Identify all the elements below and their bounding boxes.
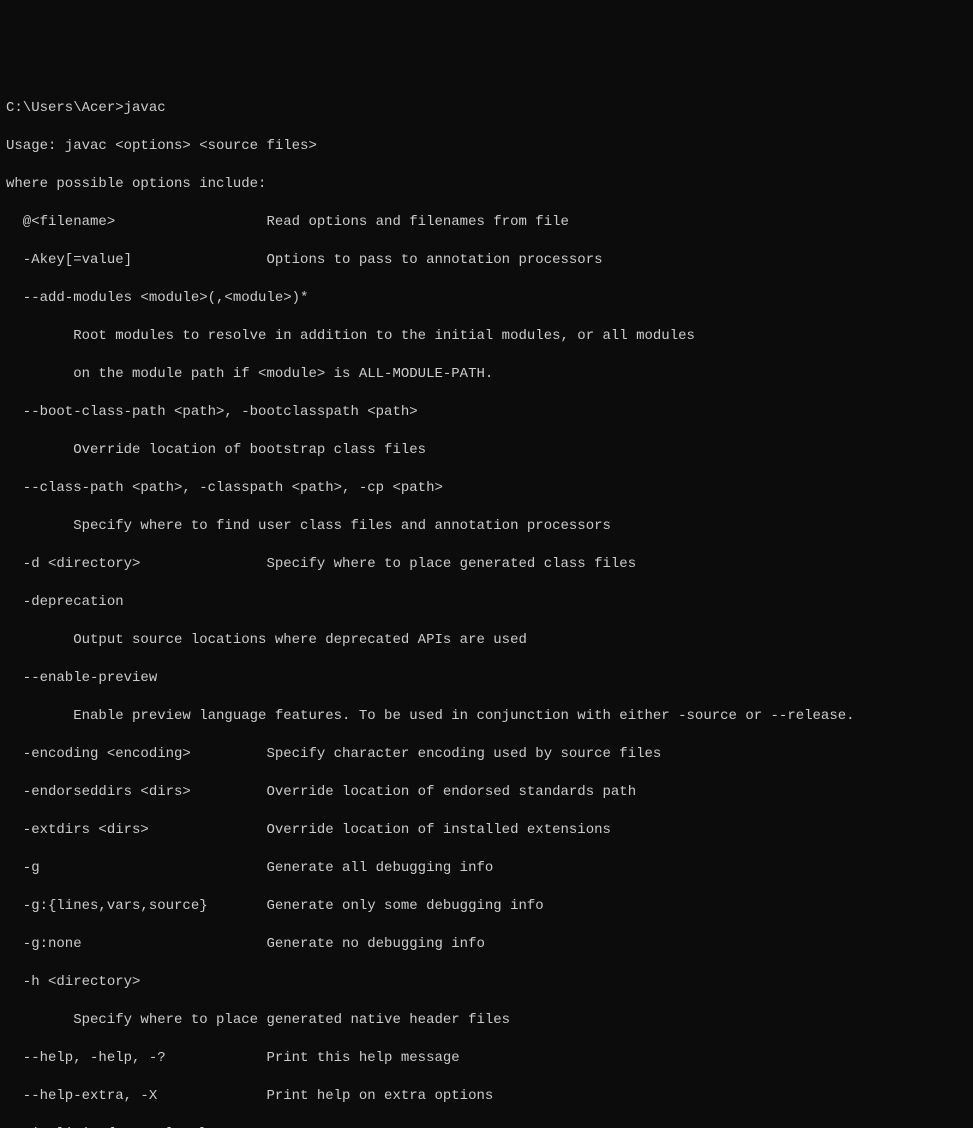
option-boot-class-path-desc: Override location of bootstrap class fil… bbox=[6, 441, 967, 460]
option-d: -d <directory> Specify where to place ge… bbox=[6, 555, 967, 574]
option-help-extra: --help-extra, -X Print help on extra opt… bbox=[6, 1087, 967, 1106]
option-h-desc: Specify where to place generated native … bbox=[6, 1011, 967, 1030]
option-help: --help, -help, -? Print this help messag… bbox=[6, 1049, 967, 1068]
option-g-none: -g:none Generate no debugging info bbox=[6, 935, 967, 954]
option-add-modules: --add-modules <module>(,<module>)* bbox=[6, 289, 967, 308]
option-implicit: -implicit:{none,class} bbox=[6, 1125, 967, 1128]
option-endorseddirs: -endorseddirs <dirs> Override location o… bbox=[6, 783, 967, 802]
option-g-lines: -g:{lines,vars,source} Generate only som… bbox=[6, 897, 967, 916]
option-add-modules-desc1: Root modules to resolve in addition to t… bbox=[6, 327, 967, 346]
option-boot-class-path: --boot-class-path <path>, -bootclasspath… bbox=[6, 403, 967, 422]
option-class-path: --class-path <path>, -classpath <path>, … bbox=[6, 479, 967, 498]
terminal-output[interactable]: C:\Users\Acer>javac Usage: javac <option… bbox=[6, 80, 967, 1128]
option-encoding: -encoding <encoding> Specify character e… bbox=[6, 745, 967, 764]
option-akey: -Akey[=value] Options to pass to annotat… bbox=[6, 251, 967, 270]
option-class-path-desc: Specify where to find user class files a… bbox=[6, 517, 967, 536]
prompt-line: C:\Users\Acer>javac bbox=[6, 99, 967, 118]
option-deprecation-desc: Output source locations where deprecated… bbox=[6, 631, 967, 650]
option-add-modules-desc2: on the module path if <module> is ALL-MO… bbox=[6, 365, 967, 384]
option-at-filename: @<filename> Read options and filenames f… bbox=[6, 213, 967, 232]
option-deprecation: -deprecation bbox=[6, 593, 967, 612]
option-enable-preview: --enable-preview bbox=[6, 669, 967, 688]
option-g: -g Generate all debugging info bbox=[6, 859, 967, 878]
where-header: where possible options include: bbox=[6, 175, 967, 194]
option-h: -h <directory> bbox=[6, 973, 967, 992]
usage-line: Usage: javac <options> <source files> bbox=[6, 137, 967, 156]
option-enable-preview-desc: Enable preview language features. To be … bbox=[6, 707, 967, 726]
option-extdirs: -extdirs <dirs> Override location of ins… bbox=[6, 821, 967, 840]
